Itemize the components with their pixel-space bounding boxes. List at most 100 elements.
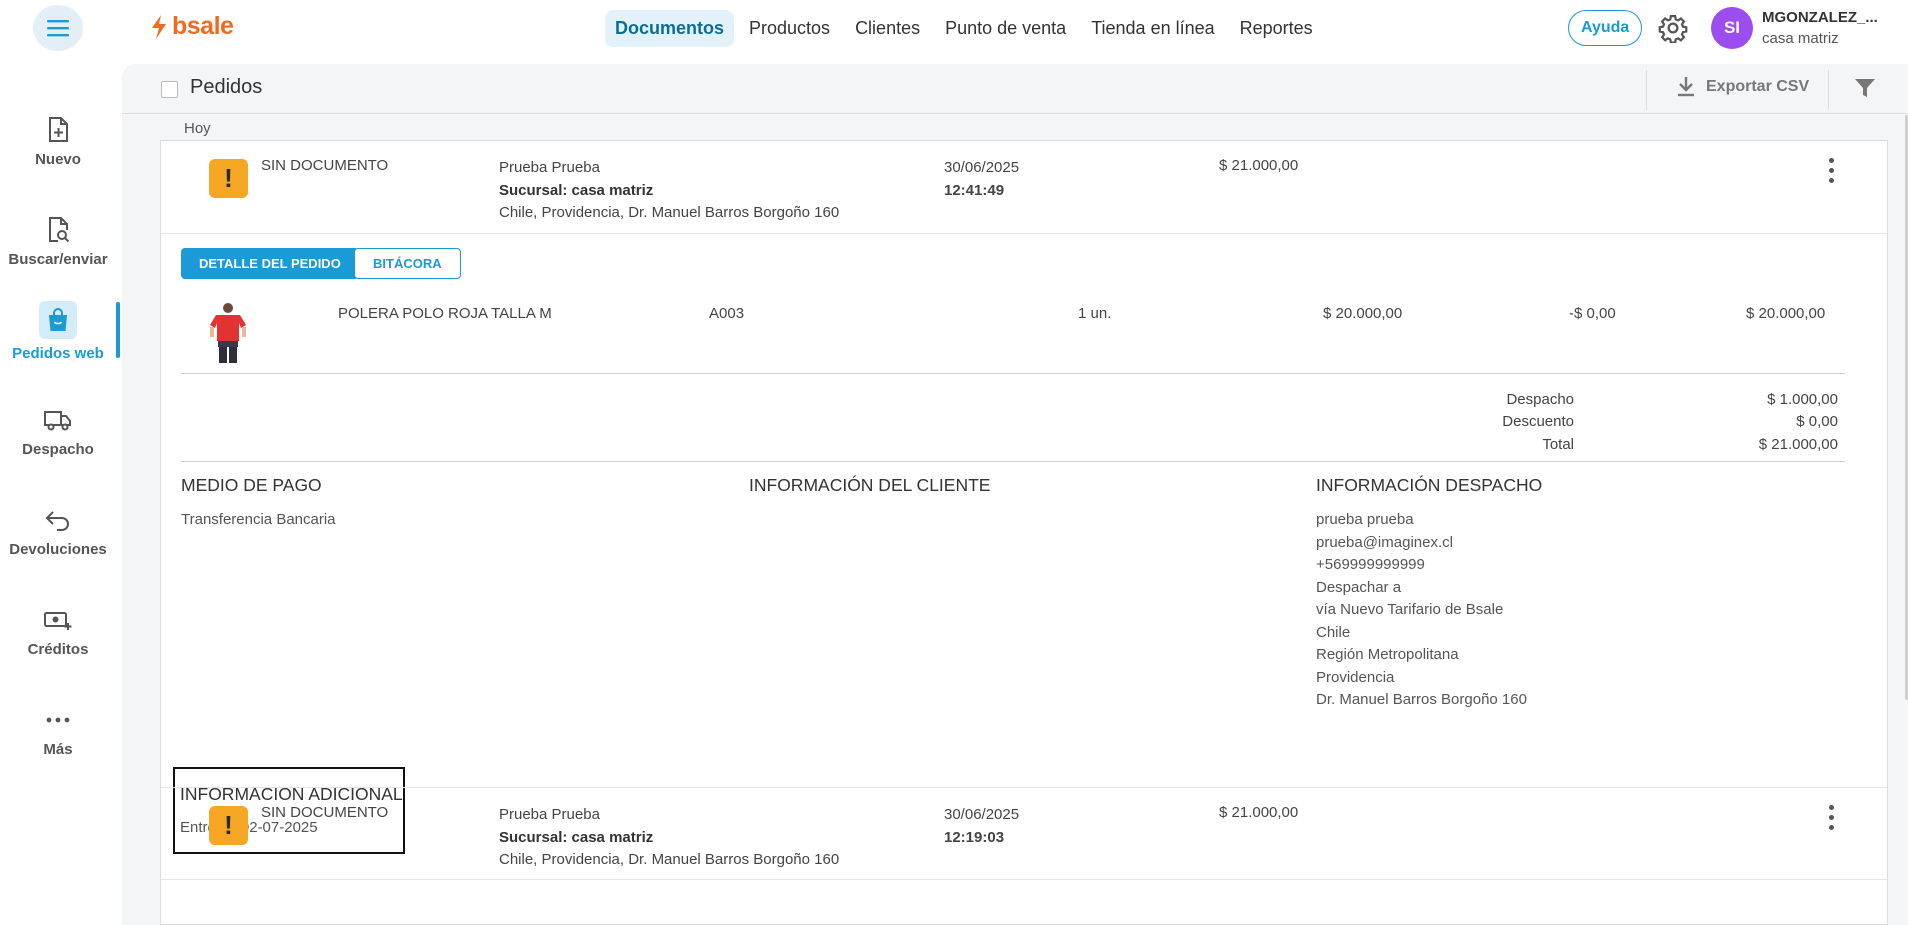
order-row[interactable]: ! SIN DOCUMENTO Prueba Prueba Sucursal: …: [161, 141, 1887, 234]
shipping-label: Despachar a: [1316, 578, 1402, 596]
summary-total-label: Total: [1542, 436, 1574, 453]
more-options-icon[interactable]: [1821, 155, 1841, 185]
tab-detalle-del-pedido[interactable]: DETALLE DEL PEDIDO: [181, 248, 359, 279]
brand-logo[interactable]: bsale: [150, 12, 234, 41]
main-nav: Documentos Productos Clientes Punto de v…: [605, 10, 1328, 47]
client-address: Chile, Providencia, Dr. Manuel Barros Bo…: [499, 851, 840, 868]
brand-name: bsale: [172, 12, 234, 40]
header-divider: [1828, 70, 1829, 110]
sidebar-item-label: Despacho: [22, 440, 94, 458]
page-title: Pedidos: [190, 76, 263, 98]
order-date: 30/06/2025: [944, 159, 1020, 176]
product-name: POLERA POLO ROJA TALLA M: [338, 305, 552, 322]
user-branch: casa matriz: [1762, 30, 1839, 47]
sidebar-item-label: Pedidos web: [12, 344, 104, 362]
warning-icon: !: [209, 806, 248, 845]
shipping-info-lines: prueba prueba prueba@imaginex.cl +569999…: [1316, 509, 1527, 712]
list-header: Pedidos Exportar CSV: [122, 64, 1908, 114]
shipping-email: prueba@imaginex.cl: [1316, 533, 1453, 551]
hamburger-icon: [47, 20, 69, 37]
sidebar-item-pedidos-web[interactable]: Pedidos web: [0, 286, 116, 376]
summary-total-value: $ 21.000,00: [1758, 436, 1838, 453]
shipping-recipient: prueba prueba: [1316, 511, 1414, 528]
payment-method-title: MEDIO DE PAGO: [181, 475, 322, 495]
more-options-icon[interactable]: [1821, 802, 1841, 832]
divider: [181, 461, 1845, 462]
product-total: $ 20.000,00: [1746, 305, 1826, 322]
nav-documentos[interactable]: Documentos: [605, 10, 735, 47]
branch-line: Sucursal: casa matriz: [499, 827, 839, 850]
sidebar-item-buscar-enviar[interactable]: Buscar/enviar: [0, 196, 116, 286]
nav-punto-de-venta[interactable]: Punto de venta: [935, 10, 1076, 47]
sidebar-item-label: Buscar/enviar: [8, 250, 108, 268]
file-plus-icon: [43, 115, 73, 145]
sidebar-item-despacho[interactable]: Despacho: [0, 386, 116, 476]
shopping-bag-icon: [39, 300, 77, 339]
sidebar-item-label: Más: [43, 740, 73, 758]
export-csv-label: Exportar CSV: [1706, 78, 1810, 95]
document-type: SIN DOCUMENTO: [261, 804, 389, 821]
shipping-region: Región Metropolitana: [1316, 646, 1459, 663]
summary-shipping-value: $ 1.000,00: [1767, 391, 1838, 408]
client-address: Chile, Providencia, Dr. Manuel Barros Bo…: [499, 204, 840, 221]
summary-discount-label: Descuento: [1502, 413, 1574, 430]
shipping-info-title: INFORMACIÓN DESPACHO: [1316, 475, 1543, 495]
summary-discount-value: $ 0,00: [1796, 413, 1838, 430]
sidebar-item-creditos[interactable]: Créditos: [0, 586, 116, 676]
order-amount: $ 21.000,00: [1219, 804, 1299, 821]
branch-line: Sucursal: casa matriz: [499, 180, 839, 203]
avatar[interactable]: SI: [1711, 7, 1753, 49]
sidebar-item-label: Nuevo: [35, 150, 81, 168]
shipping-phone: +569999999999: [1316, 556, 1425, 573]
branch-prefix: Sucursal:: [499, 181, 568, 199]
bsale-bolt-icon: [152, 14, 166, 39]
sidebar-item-devoluciones[interactable]: Devoluciones: [0, 486, 116, 576]
product-quantity: 1 un.: [1078, 305, 1112, 322]
nav-clientes[interactable]: Clientes: [845, 10, 930, 47]
filter-icon[interactable]: [1854, 77, 1876, 99]
order-time: 12:41:49: [944, 181, 1005, 199]
nav-productos[interactable]: Productos: [739, 10, 840, 47]
order-datetime: 30/06/2025 12:19:03: [944, 804, 1019, 849]
client-name: Prueba Prueba: [499, 806, 600, 823]
client-name: Prueba Prueba: [499, 159, 600, 176]
product-price: $ 20.000,00: [1323, 305, 1403, 322]
orders-list: ! SIN DOCUMENTO Prueba Prueba Sucursal: …: [160, 140, 1888, 925]
warning-icon: !: [209, 159, 248, 198]
summary-shipping-label: Despacho: [1506, 391, 1574, 408]
order-amount: $ 21.000,00: [1219, 157, 1299, 174]
download-icon: [1678, 77, 1694, 97]
document-type: SIN DOCUMENTO: [261, 157, 389, 174]
sidebar: Nuevo Buscar/enviar Pedidos web Despacho…: [0, 56, 120, 925]
tab-bitacora[interactable]: BITÁCORA: [354, 248, 461, 279]
sidebar-item-nuevo[interactable]: Nuevo: [0, 96, 116, 186]
select-all-checkbox[interactable]: [161, 81, 178, 98]
file-search-icon: [43, 215, 73, 245]
nav-tienda-en-linea[interactable]: Tienda en línea: [1081, 10, 1224, 47]
more-dots-icon: [43, 705, 73, 735]
order-date: 30/06/2025: [944, 806, 1020, 823]
order-client-info: Prueba Prueba Sucursal: casa matriz Chil…: [499, 157, 839, 225]
hamburger-menu-button[interactable]: [33, 5, 83, 51]
shipping-commune: Providencia: [1316, 668, 1395, 686]
shipping-method: vía Nuevo Tarifario de Bsale: [1316, 601, 1504, 618]
product-image: [210, 303, 246, 363]
sidebar-item-label: Créditos: [27, 640, 89, 658]
gear-icon[interactable]: [1658, 13, 1688, 43]
nav-reportes[interactable]: Reportes: [1230, 10, 1323, 47]
sidebar-item-mas[interactable]: Más: [0, 686, 116, 776]
export-csv-button[interactable]: Exportar CSV: [1676, 76, 1809, 98]
branch-prefix: Sucursal:: [499, 828, 568, 846]
order-datetime: 30/06/2025 12:41:49: [944, 157, 1019, 202]
order-row[interactable]: ! SIN DOCUMENTO Prueba Prueba Sucursal: …: [161, 787, 1887, 880]
user-name[interactable]: MGONZALEZ_...: [1762, 9, 1878, 26]
help-button[interactable]: Ayuda: [1568, 10, 1643, 46]
sidebar-item-label: Devoluciones: [9, 540, 107, 558]
main-content: Pedidos Exportar CSV Hoy ! SIN DOCUMENTO…: [122, 64, 1908, 925]
customer-info-title: INFORMACIÓN DEL CLIENTE: [749, 475, 991, 495]
product-sku: A003: [709, 305, 745, 322]
shipping-country: Chile: [1316, 623, 1351, 641]
return-arrow-icon: [43, 505, 73, 535]
payment-method-value: Transferencia Bancaria: [181, 511, 336, 528]
order-time: 12:19:03: [944, 828, 1005, 846]
